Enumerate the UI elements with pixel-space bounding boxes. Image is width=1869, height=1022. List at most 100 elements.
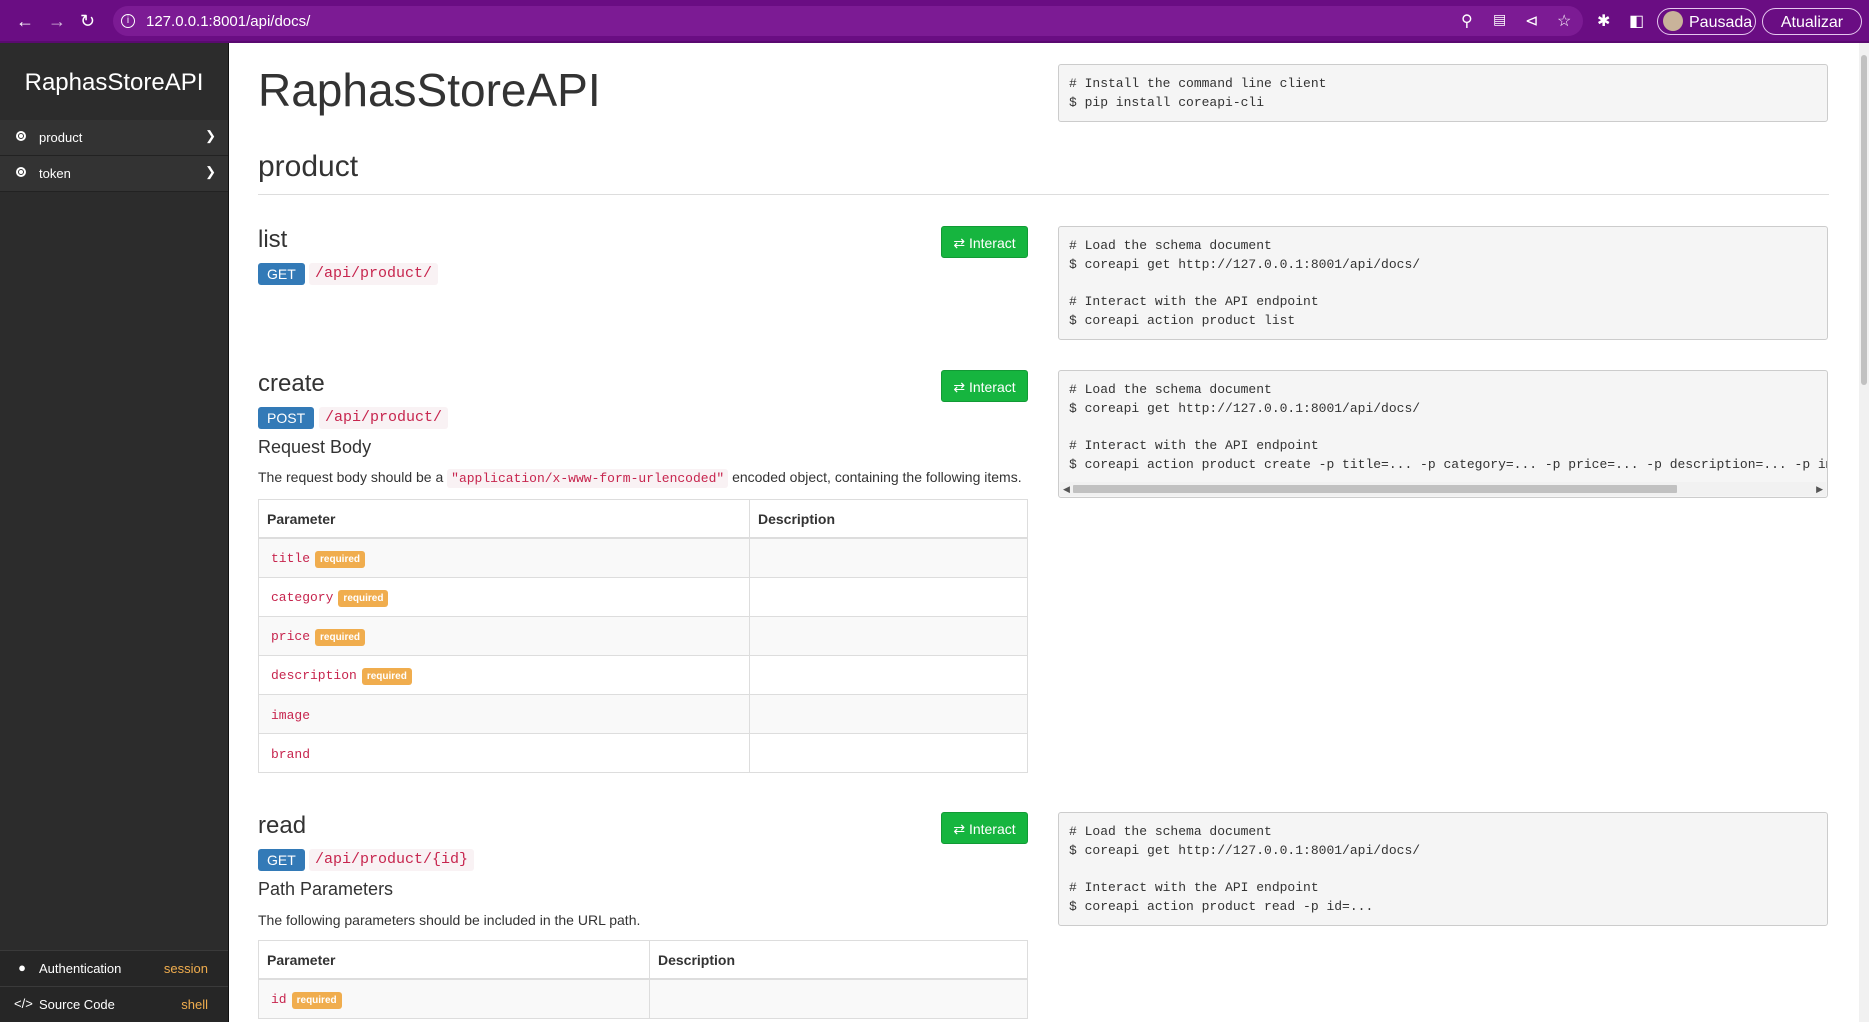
scroll-left-icon[interactable]: ◀ bbox=[1063, 482, 1070, 496]
chevron-down-icon: ❯ bbox=[205, 128, 216, 143]
sidebar-authentication[interactable]: ● Authentication session bbox=[0, 950, 228, 986]
param-name: price bbox=[271, 628, 311, 644]
address-bar[interactable] bbox=[113, 6, 1583, 36]
required-badge: required bbox=[315, 550, 366, 568]
sidebar-item-token[interactable]: token ❯ bbox=[0, 156, 228, 192]
scrollbar-thumb[interactable] bbox=[1073, 485, 1677, 493]
required-badge: required bbox=[291, 991, 342, 1009]
extensions-icon[interactable]: ✱ bbox=[1597, 11, 1610, 31]
request-body-table: Parameter Description title required cate… bbox=[258, 499, 1028, 773]
content-type-code: "application/x-www-form-urlencoded" bbox=[447, 469, 729, 488]
sidebar-item-label: token bbox=[39, 166, 71, 181]
method-badge: GET bbox=[258, 263, 305, 285]
required-badge: required bbox=[361, 667, 412, 685]
interact-label: Interact bbox=[968, 821, 1016, 837]
url-text[interactable]: 127.0.0.1:8001/api/docs/ bbox=[146, 13, 310, 30]
vertical-scrollbar[interactable] bbox=[1859, 43, 1869, 1022]
code-icon: </> bbox=[14, 996, 33, 1011]
forward-icon[interactable]: → bbox=[48, 11, 66, 31]
star-icon[interactable]: ☆ bbox=[1557, 11, 1571, 31]
authentication-value[interactable]: session bbox=[164, 961, 208, 976]
scrollbar-thumb[interactable] bbox=[1861, 55, 1867, 385]
site-info-icon[interactable]: i bbox=[121, 14, 135, 28]
install-code-block: # Install the command line client $ pip … bbox=[1058, 64, 1828, 122]
param-description bbox=[749, 537, 1028, 578]
endpoint-path: /api/product/ bbox=[319, 407, 449, 429]
table-row: price required bbox=[258, 616, 1028, 656]
interact-button[interactable]: ⇄ Interact bbox=[941, 812, 1028, 844]
update-label: Atualizar bbox=[1780, 14, 1844, 31]
code-block-read: # Load the schema document $ coreapi get… bbox=[1058, 812, 1828, 926]
browser-toolbar: ← → ↻ i 127.0.0.1:8001/api/docs/ ⚲ ▤ ⊲ ☆… bbox=[0, 0, 1869, 43]
page-title: RaphasStoreAPI bbox=[258, 64, 601, 116]
code-block-create: # Load the schema document $ coreapi get… bbox=[1058, 370, 1828, 498]
avatar bbox=[1663, 10, 1683, 31]
interact-button[interactable]: ⇄ Interact bbox=[941, 370, 1028, 402]
column-header: Parameter bbox=[258, 940, 650, 980]
key-icon[interactable]: ⚲ bbox=[1461, 11, 1473, 31]
sidebar: RaphasStoreAPI product ❯ token ❯ ● Authe… bbox=[0, 43, 229, 1022]
table-row: title required bbox=[258, 537, 1028, 578]
side-panel-icon[interactable]: ◧ bbox=[1629, 11, 1644, 31]
endpoint-title-list: list bbox=[258, 226, 288, 253]
swap-icon: ⇄ bbox=[953, 821, 966, 837]
section-title: product bbox=[258, 150, 359, 183]
table-row: brand bbox=[258, 733, 1028, 773]
interact-button[interactable]: ⇄ Interact bbox=[941, 226, 1028, 258]
param-name: brand bbox=[271, 746, 311, 762]
back-icon[interactable]: ← bbox=[16, 11, 34, 31]
column-header: Parameter bbox=[258, 499, 750, 539]
param-description bbox=[649, 978, 1028, 1019]
radio-icon bbox=[16, 167, 26, 177]
code-block-list: # Load the schema document $ coreapi get… bbox=[1058, 226, 1828, 340]
user-icon: ● bbox=[18, 960, 26, 975]
param-description bbox=[749, 694, 1028, 734]
param-name: image bbox=[271, 707, 311, 723]
share-icon[interactable]: ⊲ bbox=[1525, 11, 1538, 31]
param-description bbox=[749, 577, 1028, 617]
path-parameters-table: Parameter Description id required bbox=[258, 940, 1028, 1019]
column-header: Description bbox=[749, 499, 1028, 539]
source-code-label: Source Code bbox=[39, 997, 115, 1012]
sidebar-source-code[interactable]: </> Source Code shell bbox=[0, 986, 228, 1022]
profile-button[interactable]: Pausada bbox=[1657, 8, 1756, 35]
method-badge: POST bbox=[258, 407, 315, 429]
sidebar-brand[interactable]: RaphasStoreAPI bbox=[0, 69, 228, 97]
param-name: description bbox=[271, 667, 357, 683]
param-description bbox=[749, 616, 1028, 656]
radio-icon bbox=[16, 131, 26, 141]
endpoint-title-read: read bbox=[258, 812, 307, 839]
param-name: id bbox=[271, 991, 287, 1007]
authentication-label: Authentication bbox=[39, 961, 122, 976]
swap-icon: ⇄ bbox=[953, 235, 966, 251]
profile-label: Pausada bbox=[1689, 14, 1753, 31]
chevron-down-icon: ❯ bbox=[205, 164, 216, 179]
param-name: category bbox=[271, 589, 334, 605]
required-badge: required bbox=[338, 589, 389, 607]
request-body-description: The request body should be a "applicatio… bbox=[258, 469, 1022, 488]
interact-label: Interact bbox=[968, 379, 1016, 395]
table-row: category required bbox=[258, 577, 1028, 617]
endpoint-path: /api/product/ bbox=[309, 263, 439, 285]
param-description bbox=[749, 655, 1028, 695]
sidebar-item-label: product bbox=[39, 130, 83, 145]
translate-icon[interactable]: ▤ bbox=[1493, 11, 1506, 28]
param-name: title bbox=[271, 550, 311, 566]
endpoint-title-create: create bbox=[258, 370, 325, 397]
endpoint-path: /api/product/{id} bbox=[309, 849, 475, 871]
section-divider bbox=[258, 194, 1829, 195]
table-row: id required bbox=[258, 978, 1028, 1019]
path-parameters-heading: Path Parameters bbox=[258, 879, 394, 899]
reload-icon[interactable]: ↻ bbox=[80, 11, 95, 31]
column-header: Description bbox=[649, 940, 1028, 980]
interact-label: Interact bbox=[968, 235, 1016, 251]
sidebar-item-product[interactable]: product ❯ bbox=[0, 120, 228, 156]
source-code-value[interactable]: shell bbox=[181, 997, 208, 1012]
scroll-right-icon[interactable]: ▶ bbox=[1816, 482, 1823, 496]
method-badge: GET bbox=[258, 849, 305, 871]
horizontal-scrollbar[interactable]: ◀ ▶ bbox=[1060, 482, 1826, 496]
path-parameters-description: The following parameters should be inclu… bbox=[258, 912, 641, 928]
required-badge: required bbox=[315, 628, 366, 646]
table-row: description required bbox=[258, 655, 1028, 695]
update-button[interactable]: Atualizar bbox=[1762, 8, 1862, 35]
